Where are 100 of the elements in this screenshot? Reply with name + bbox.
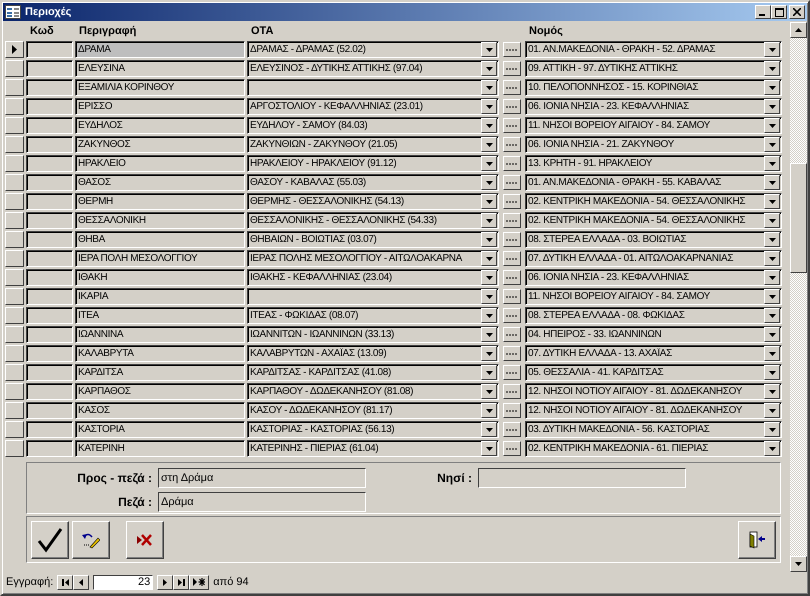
code-field[interactable] <box>26 41 73 58</box>
code-field[interactable] <box>26 79 73 96</box>
code-field[interactable] <box>26 364 73 381</box>
dropdown-button[interactable] <box>764 289 780 304</box>
dropdown-button[interactable] <box>481 270 497 285</box>
code-field[interactable] <box>26 98 73 115</box>
browse-button[interactable] <box>503 441 521 456</box>
code-field[interactable] <box>26 174 73 191</box>
save-button[interactable] <box>31 520 69 558</box>
ota-combo[interactable]: ΘΑΣΟΥ - ΚΑΒΑΛΑΣ (55.03) <box>247 174 499 191</box>
dropdown-button[interactable] <box>764 327 780 342</box>
browse-button[interactable] <box>503 365 521 380</box>
description-field[interactable]: ΚΑΡΔΙΤΣΑ <box>75 364 245 381</box>
row-selector[interactable] <box>5 421 24 438</box>
nomos-combo[interactable]: 06. ΙΟΝΙΑ ΝΗΣΙΑ - 21. ΖΑΚΥΝΘΟΥ <box>525 136 782 153</box>
ota-combo[interactable]: ΘΕΣΣΑΛΟΝΙΚΗΣ - ΘΕΣΣΑΛΟΝΙΚΗΣ (54.33) <box>247 212 499 229</box>
dropdown-button[interactable] <box>481 80 497 95</box>
dropdown-button[interactable] <box>481 308 497 323</box>
nomos-combo[interactable]: 03. ΔΥΤΙΚΗ ΜΑΚΕΔΟΝΙΑ - 56. ΚΑΣΤΟΡΙΑΣ <box>525 421 782 438</box>
row-selector[interactable] <box>5 193 24 210</box>
dropdown-button[interactable] <box>481 137 497 152</box>
code-field[interactable] <box>26 231 73 248</box>
row-selector[interactable] <box>5 345 24 362</box>
description-field[interactable]: ΚΑΣΟΣ <box>75 402 245 419</box>
description-field[interactable]: ΚΑΣΤΟΡΙΑ <box>75 421 245 438</box>
row-selector[interactable] <box>5 212 24 229</box>
nomos-combo[interactable]: 04. ΗΠΕΙΡΟΣ - 33. ΙΩΑΝΝΙΝΩΝ <box>525 326 782 343</box>
browse-button[interactable] <box>503 80 521 95</box>
dropdown-button[interactable] <box>481 365 497 380</box>
code-field[interactable] <box>26 250 73 267</box>
description-field[interactable]: ΕΡΙΣΣΟ <box>75 98 245 115</box>
browse-button[interactable] <box>503 270 521 285</box>
description-field[interactable]: ΙΩΑΝΝΙΝΑ <box>75 326 245 343</box>
row-selector[interactable] <box>5 440 24 457</box>
close-button[interactable] <box>789 5 805 19</box>
code-field[interactable] <box>26 212 73 229</box>
dropdown-button[interactable] <box>481 175 497 190</box>
record-number-field[interactable]: 23 <box>93 574 154 590</box>
ota-combo[interactable]: ΚΑΡΠΑΘΟΥ - ΔΩΔΕΚΑΝΗΣΟΥ (81.08) <box>247 383 499 400</box>
description-field[interactable]: ΕΥΔΗΛΟΣ <box>75 117 245 134</box>
first-record-button[interactable] <box>57 574 74 590</box>
row-selector[interactable] <box>5 288 24 305</box>
nomos-combo[interactable]: 12. ΝΗΣΟΙ ΝΟΤΙΟΥ ΑΙΓΑΙΟΥ - 81. ΔΩΔΕΚΑΝΗΣΟΥ <box>525 402 782 419</box>
nomos-combo[interactable]: 13. ΚΡΗΤΗ - 91. ΗΡΑΚΛΕΙΟΥ <box>525 155 782 172</box>
nomos-combo[interactable]: 07. ΔΥΤΙΚΗ ΕΛΛΑΔΑ - 13. ΑΧΑΪΑΣ <box>525 345 782 362</box>
nomos-combo[interactable]: 08. ΣΤΕΡΕΑ ΕΛΛΑΔΑ - 03. ΒΟΙΩΤΙΑΣ <box>525 231 782 248</box>
nomos-combo[interactable]: 08. ΣΤΕΡΕΑ ΕΛΛΑΔΑ - 08. ΦΩΚΙΔΑΣ <box>525 307 782 324</box>
code-field[interactable] <box>26 288 73 305</box>
row-selector[interactable] <box>5 41 24 58</box>
browse-button[interactable] <box>503 232 521 247</box>
code-field[interactable] <box>26 402 73 419</box>
dropdown-button[interactable] <box>764 118 780 133</box>
row-selector[interactable] <box>5 155 24 172</box>
dropdown-button[interactable] <box>764 232 780 247</box>
maximize-button[interactable] <box>771 5 787 19</box>
code-field[interactable] <box>26 383 73 400</box>
dropdown-button[interactable] <box>764 365 780 380</box>
ota-combo[interactable]: ΕΥΔΗΛΟΥ - ΣΑΜΟΥ (84.03) <box>247 117 499 134</box>
row-selector[interactable] <box>5 231 24 248</box>
dropdown-button[interactable] <box>481 289 497 304</box>
description-field[interactable]: ΘΑΣΟΣ <box>75 174 245 191</box>
dropdown-button[interactable] <box>481 327 497 342</box>
dropdown-button[interactable] <box>481 232 497 247</box>
row-selector[interactable] <box>5 174 24 191</box>
dropdown-button[interactable] <box>481 118 497 133</box>
next-record-button[interactable] <box>157 574 174 590</box>
ota-combo[interactable]: ΚΑΣΟΥ - ΔΩΔΕΚΑΝΗΣΟΥ (81.17) <box>247 402 499 419</box>
dropdown-button[interactable] <box>764 213 780 228</box>
ota-combo[interactable]: ΙΩΑΝΝΙΤΩΝ - ΙΩΑΝΝΙΝΩΝ (33.13) <box>247 326 499 343</box>
code-field[interactable] <box>26 421 73 438</box>
text-field[interactable] <box>478 468 686 488</box>
ota-combo[interactable]: ΔΡΑΜΑΣ - ΔΡΑΜΑΣ (52.02) <box>247 41 499 58</box>
dropdown-button[interactable] <box>481 422 497 437</box>
description-field[interactable]: ΔΡΑΜΑ <box>75 41 245 58</box>
description-field[interactable]: ΕΞΑΜΙΛΙΑ ΚΟΡΙΝΘΟΥ <box>75 79 245 96</box>
nomos-combo[interactable]: 01. ΑΝ.ΜΑΚΕΔΟΝΙΑ - ΘΡΑΚΗ - 55. ΚΑΒΑΛΑΣ <box>525 174 782 191</box>
ota-combo[interactable]: ΚΑΛΑΒΡΥΤΩΝ - ΑΧΑΪΑΣ (13.09) <box>247 345 499 362</box>
dropdown-button[interactable] <box>764 346 780 361</box>
dropdown-button[interactable] <box>481 194 497 209</box>
text-field[interactable]: Δράμα <box>158 492 366 512</box>
ota-combo[interactable]: ΕΛΕΥΣΙΝΟΣ - ΔΥΤΙΚΗΣ ΑΤΤΙΚΗΣ (97.04) <box>247 60 499 77</box>
code-field[interactable] <box>26 326 73 343</box>
nomos-combo[interactable]: 11. ΝΗΣΟΙ ΒΟΡΕΙΟΥ ΑΙΓΑΙΟΥ - 84. ΣΑΜΟΥ <box>525 288 782 305</box>
dropdown-button[interactable] <box>481 251 497 266</box>
browse-button[interactable] <box>503 346 521 361</box>
code-field[interactable] <box>26 269 73 286</box>
row-selector[interactable] <box>5 364 24 381</box>
code-field[interactable] <box>26 440 73 457</box>
description-field[interactable]: ΘΗΒΑ <box>75 231 245 248</box>
last-record-button[interactable] <box>173 574 190 590</box>
dropdown-button[interactable] <box>764 270 780 285</box>
dropdown-button[interactable] <box>764 194 780 209</box>
dropdown-button[interactable] <box>764 403 780 418</box>
dropdown-button[interactable] <box>481 403 497 418</box>
ota-combo[interactable]: ΗΡΑΚΛΕΙΟΥ - ΗΡΑΚΛΕΙΟΥ (91.12) <box>247 155 499 172</box>
description-field[interactable]: ΙΕΡΑ ΠΟΛΗ ΜΕΣΟΛΟΓΓΙΟΥ <box>75 250 245 267</box>
scroll-thumb[interactable] <box>790 163 807 273</box>
browse-button[interactable] <box>503 61 521 76</box>
row-selector[interactable] <box>5 383 24 400</box>
nomos-combo[interactable]: 02. ΚΕΝΤΡΙΚΗ ΜΑΚΕΔΟΝΙΑ - 61. ΠΙΕΡΙΑΣ <box>525 440 782 457</box>
